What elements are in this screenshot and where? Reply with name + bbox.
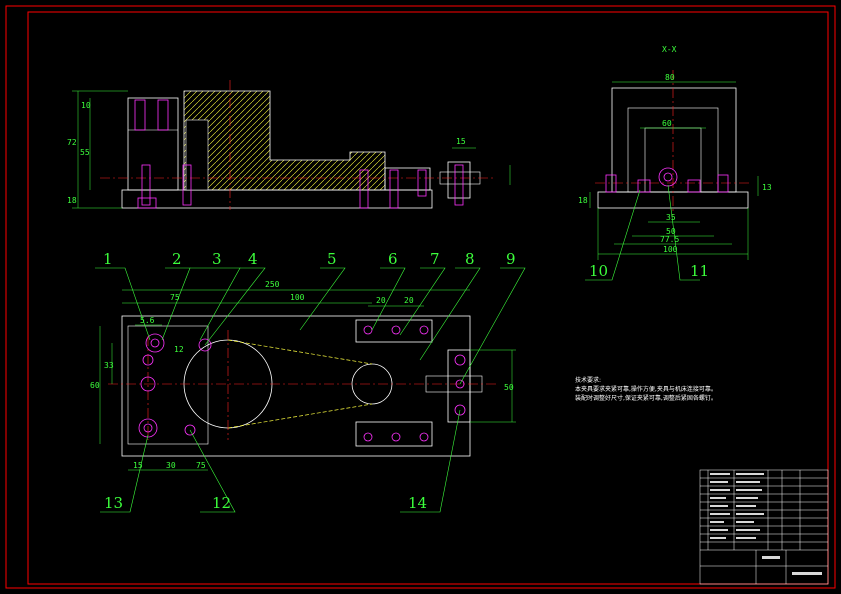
- plan-dim-100: 100: [290, 293, 305, 302]
- part-label-8: 8: [465, 250, 475, 268]
- technical-notes: 技术要求: 本夹具要求夹紧可靠,操作方便,夹具与机床连接可靠。 装配时调整好尺寸…: [575, 376, 717, 402]
- side-dim-18: 18: [578, 196, 588, 205]
- part-label-3: 3: [212, 250, 222, 268]
- side-dim-13: 13: [762, 183, 772, 192]
- part-label-12: 12: [212, 494, 231, 512]
- part-label-7: 7: [430, 250, 440, 268]
- plan-dim-60: 60: [90, 381, 100, 390]
- plan-dim-20b: 20: [404, 296, 414, 305]
- part-label-9: 9: [506, 250, 516, 268]
- side-dim-77-5: 77.5: [660, 235, 679, 244]
- part-label-2: 2: [172, 250, 182, 268]
- part-label-6: 6: [388, 250, 398, 268]
- notes-line-2: 装配时调整好尺寸,保证夹紧可靠,调整后紧固各螺钉。: [575, 394, 717, 402]
- plan-dim-250: 250: [265, 280, 280, 289]
- title-block-text-marks: [710, 473, 822, 575]
- title-block: [699, 469, 829, 585]
- section-hatch: [183, 90, 386, 191]
- plan-view: 250 75 100 20 20 5.6 12 33 60 15 30 75 5…: [90, 280, 516, 471]
- side-view-title: X-X: [662, 45, 677, 54]
- part-label-4: 4: [248, 250, 258, 268]
- front-dim-55: 55: [80, 148, 90, 157]
- front-dim-72: 72: [67, 138, 77, 147]
- part-label-13: 13: [104, 494, 123, 512]
- part-label-14: 14: [408, 494, 427, 512]
- plan-dim-75b: 75: [196, 461, 206, 470]
- cad-drawing: 10 72 55 18 15 X-X 80 60 35 50 77.5 100 …: [5, 5, 836, 589]
- part-label-5: 5: [327, 250, 337, 268]
- plan-dim-12: 12: [174, 345, 184, 354]
- side-dim-80: 80: [665, 73, 675, 82]
- part-label-10: 10: [589, 262, 608, 280]
- front-view: 10 72 55 18 15: [67, 80, 511, 210]
- plan-dim-20a: 20: [376, 296, 386, 305]
- side-view: X-X 80 60 35 50 77.5 100 13 18: [578, 45, 772, 260]
- plan-dim-30: 30: [166, 461, 176, 470]
- side-dim-60: 60: [662, 119, 672, 128]
- part-label-11: 11: [690, 262, 709, 280]
- part-label-1: 1: [103, 250, 113, 268]
- side-dim-100: 100: [663, 245, 678, 254]
- front-dim-10: 10: [81, 101, 91, 110]
- part-leaders: [95, 184, 700, 513]
- notes-title: 技术要求:: [575, 376, 601, 384]
- front-dim-15: 15: [456, 137, 466, 146]
- notes-line-1: 本夹具要求夹紧可靠,操作方便,夹具与机床连接可靠。: [575, 385, 717, 393]
- plan-dim-33: 33: [104, 361, 114, 370]
- side-dim-35: 35: [666, 213, 676, 222]
- plan-dim-50: 50: [504, 383, 514, 392]
- front-dim-18: 18: [67, 196, 77, 205]
